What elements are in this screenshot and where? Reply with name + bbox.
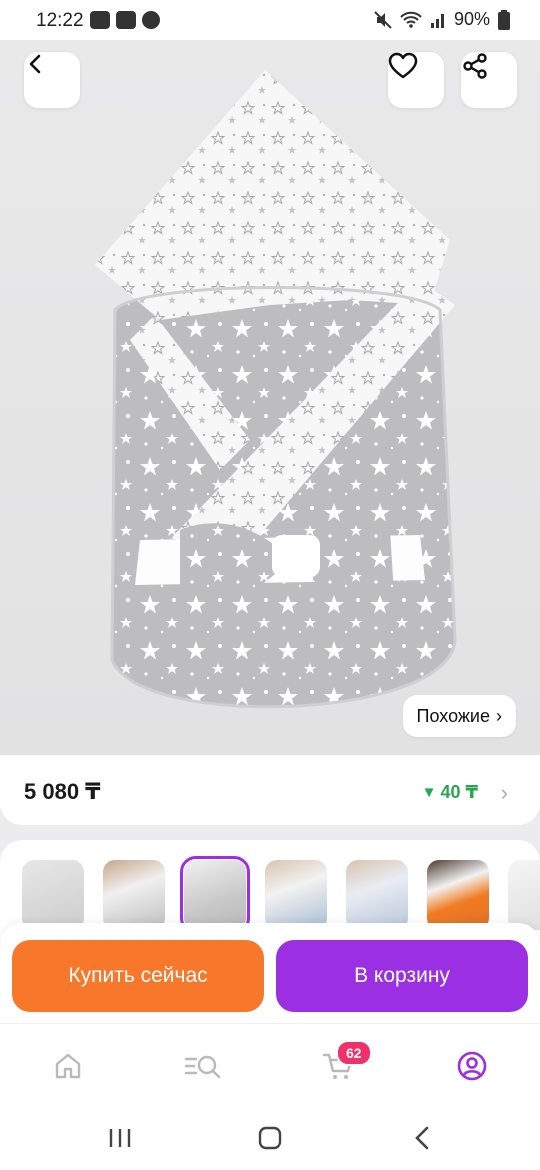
recent-apps-button[interactable]: [100, 1123, 140, 1153]
favorite-button[interactable]: [388, 52, 444, 108]
thumbnail[interactable]: [180, 856, 250, 934]
heart-icon: [388, 52, 418, 79]
nav-home[interactable]: [48, 1046, 88, 1086]
thumbnail[interactable]: [427, 860, 489, 930]
signal-icon: [430, 13, 444, 28]
thumbnail[interactable]: [346, 860, 408, 930]
thumbnail[interactable]: [508, 860, 540, 930]
home-system-button[interactable]: [250, 1123, 290, 1153]
chevron-left-icon: [29, 54, 41, 74]
cart-count-badge: 62: [336, 1040, 372, 1066]
recent-apps-icon: [109, 1129, 131, 1147]
thumbnail[interactable]: [103, 860, 165, 930]
share-button[interactable]: [461, 52, 517, 108]
system-navigation: [0, 1105, 540, 1170]
back-system-button[interactable]: [402, 1123, 442, 1153]
add-to-cart-button[interactable]: В корзину: [276, 940, 528, 1012]
mute-icon: [374, 10, 392, 29]
gallery-notification-icon: [116, 11, 136, 29]
purchase-actions: Купить сейчас В корзину: [0, 923, 540, 1023]
wifi-icon: [400, 11, 422, 28]
buy-now-button[interactable]: Купить сейчас: [12, 940, 264, 1012]
product-price: 5 080 ₸: [24, 779, 101, 804]
thumbnail[interactable]: [265, 860, 327, 930]
battery-percent: 90%: [453, 9, 490, 29]
share-icon: [463, 53, 487, 79]
bottom-nav: 62: [0, 1023, 540, 1106]
arrow-down-icon: ▼: [421, 784, 437, 801]
battery-icon: [498, 9, 510, 30]
bonus-points[interactable]: ▼ 40 ₸: [422, 782, 478, 803]
status-time: 12:22: [36, 10, 84, 31]
home-square-icon: [258, 1126, 282, 1150]
status-notification-icons: [90, 11, 160, 29]
status-bar: 12:22 90%: [0, 0, 540, 40]
nav-profile[interactable]: [452, 1046, 492, 1086]
chevron-right-icon[interactable]: ›: [501, 780, 508, 806]
back-chevron-icon: [415, 1126, 429, 1150]
app-notification-icon: [90, 11, 110, 29]
profile-icon: [457, 1051, 487, 1081]
baby-envelope-photo: [95, 70, 457, 709]
similar-products-button[interactable]: Похожие ›: [402, 695, 516, 737]
bonus-value: 40 ₸: [440, 782, 478, 802]
price-card: 5 080 ₸ ▼ 40 ₸ ›: [0, 755, 540, 825]
back-button[interactable]: [24, 52, 80, 108]
product-image[interactable]: Похожие ›: [0, 40, 540, 755]
similar-label: Похожие: [416, 705, 490, 726]
home-icon: [55, 1053, 81, 1079]
status-right: 90%: [374, 9, 510, 30]
nav-catalog[interactable]: [183, 1046, 223, 1086]
catalog-search-icon: [184, 1055, 221, 1079]
wb-notification-icon: [142, 11, 160, 29]
chevron-right-icon: ›: [496, 705, 502, 726]
thumbnail[interactable]: [22, 860, 84, 930]
